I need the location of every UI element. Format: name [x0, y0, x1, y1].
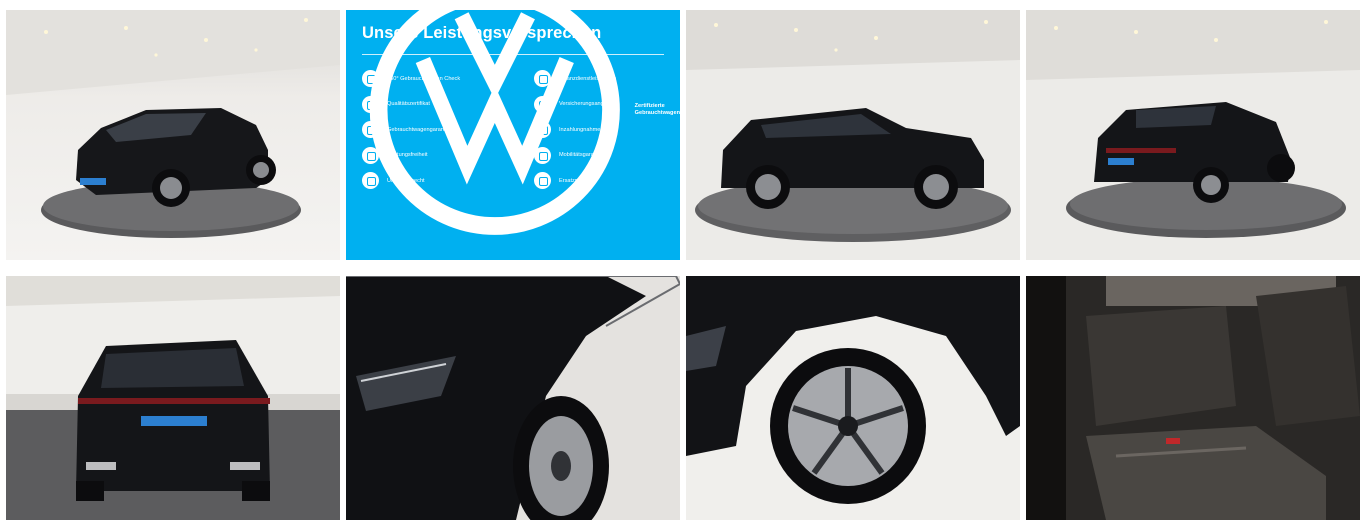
- car-rear-three-quarter-image: [1026, 10, 1360, 260]
- gallery-photo-rear[interactable]: [6, 276, 340, 520]
- wheel-detail-image: [686, 276, 1020, 520]
- brand-line-1: Zertifizierte: [634, 103, 665, 110]
- photo-gallery: Unsere Leistungsversprechen 360° Gebrauc…: [0, 0, 1367, 520]
- gallery-photo-interior[interactable]: [1026, 276, 1360, 520]
- gallery-photo-wheel-detail[interactable]: [686, 276, 1020, 520]
- headlight-fender-detail-image: [346, 276, 680, 520]
- gallery-photo-rear-three-quarter[interactable]: [1026, 10, 1360, 260]
- promise-card[interactable]: Unsere Leistungsversprechen 360° Gebrauc…: [346, 10, 680, 260]
- gallery-photo-side-profile[interactable]: [686, 10, 1020, 260]
- gallery-photo-front-three-quarter[interactable]: [6, 10, 340, 260]
- brand-line-2: Gebrauchtwagen: [634, 110, 680, 117]
- car-front-three-quarter-image: [6, 10, 340, 260]
- car-side-profile-image: [686, 10, 1020, 260]
- vw-logo-icon: [369, 10, 620, 236]
- rear-seats-interior-image: [1026, 276, 1360, 520]
- gallery-photo-headlight-detail[interactable]: [346, 276, 680, 520]
- certified-brand: Zertifizierte Gebrauchtwagen: [362, 10, 680, 243]
- car-rear-image: [6, 276, 340, 520]
